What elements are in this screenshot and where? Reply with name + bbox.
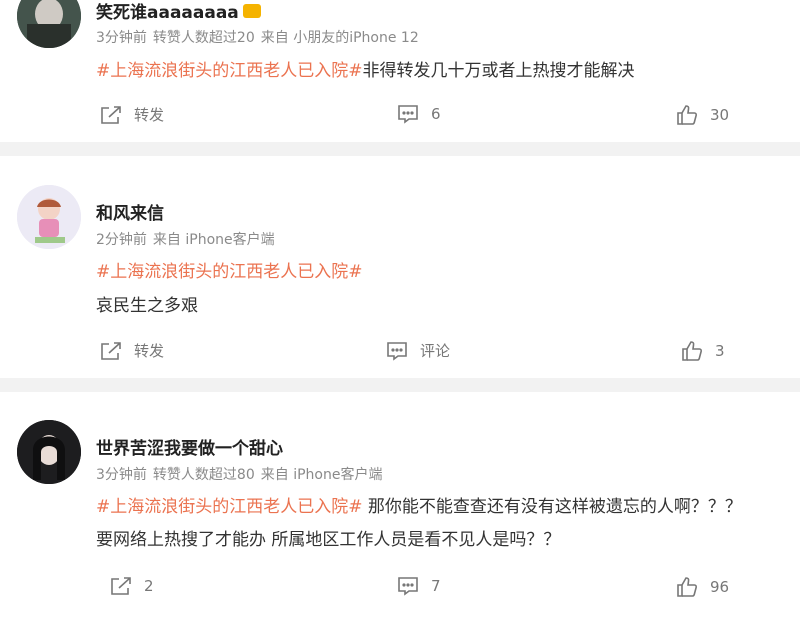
comment-button[interactable]: 评论 bbox=[386, 340, 450, 361]
post-text: #上海流浪街头的江西老人已入院# 那你能不能查查还有没有这样被遗忘的人啊？？？ bbox=[96, 497, 742, 517]
thumbs-up-icon bbox=[677, 577, 698, 597]
repost-button[interactable]: 转发 bbox=[100, 340, 164, 361]
divider bbox=[0, 142, 800, 156]
comment-icon bbox=[398, 105, 418, 124]
avatar[interactable] bbox=[17, 420, 81, 484]
comment-icon bbox=[387, 341, 407, 361]
comment-button[interactable]: 6 bbox=[397, 104, 441, 124]
post-card: 和风来信 2分钟前 来自 iPhone客户端 #上海流浪街头的江西老人已入院# 哀… bbox=[0, 156, 800, 378]
topic-link[interactable]: #上海流浪街头的江西老人已入院# bbox=[96, 61, 363, 81]
post-card: 笑死谁aaaaaaaa 3分钟前 转赞人数超过20 来自 小朋友的iPhone 12… bbox=[0, 0, 800, 142]
like-button[interactable]: 3 bbox=[681, 340, 725, 362]
repost-button[interactable]: 转发 bbox=[100, 104, 164, 125]
avatar[interactable] bbox=[17, 0, 81, 48]
topic-link[interactable]: #上海流浪街头的江西老人已入院# bbox=[96, 497, 363, 517]
post-text: 要网络上热搜了才能办 所属地区工作人员是看不见人是吗？？ bbox=[96, 530, 561, 550]
post-meta: 3分钟前 转赞人数超过80 来自 iPhone客户端 bbox=[96, 467, 383, 483]
share-icon bbox=[111, 577, 131, 595]
username[interactable]: 世界苦涩我要做一个甜心 bbox=[96, 434, 283, 459]
comment-button[interactable]: 7 bbox=[397, 576, 441, 596]
divider bbox=[0, 378, 800, 392]
share-icon bbox=[101, 341, 121, 360]
like-button[interactable]: 96 bbox=[676, 576, 729, 598]
avatar[interactable] bbox=[17, 185, 81, 249]
post-meta: 2分钟前 来自 iPhone客户端 bbox=[96, 232, 275, 248]
share-icon bbox=[101, 105, 121, 124]
topic-link[interactable]: #上海流浪街头的江西老人已入院# bbox=[96, 262, 363, 282]
username[interactable]: 和风来信 bbox=[96, 199, 164, 224]
thumbs-up-icon bbox=[677, 105, 698, 125]
post-card: 世界苦涩我要做一个甜心 3分钟前 转赞人数超过80 来自 iPhone客户端 #上海… bbox=[0, 392, 800, 628]
post-meta: 3分钟前 转赞人数超过20 来自 小朋友的iPhone 12 bbox=[96, 30, 419, 46]
repost-button[interactable]: 2 bbox=[110, 576, 154, 596]
post-text: 哀民生之多艰 bbox=[96, 296, 198, 316]
post-text: #上海流浪街头的江西老人已入院#非得转发几十万或者上热搜才能解决 bbox=[96, 61, 635, 81]
username[interactable]: 笑死谁aaaaaaaa bbox=[96, 0, 261, 23]
post-text: #上海流浪街头的江西老人已入院# bbox=[96, 257, 363, 282]
comment-icon bbox=[398, 577, 418, 596]
vip-badge-icon bbox=[242, 4, 261, 18]
thumbs-up-icon bbox=[682, 341, 703, 361]
like-button[interactable]: 30 bbox=[676, 104, 729, 126]
